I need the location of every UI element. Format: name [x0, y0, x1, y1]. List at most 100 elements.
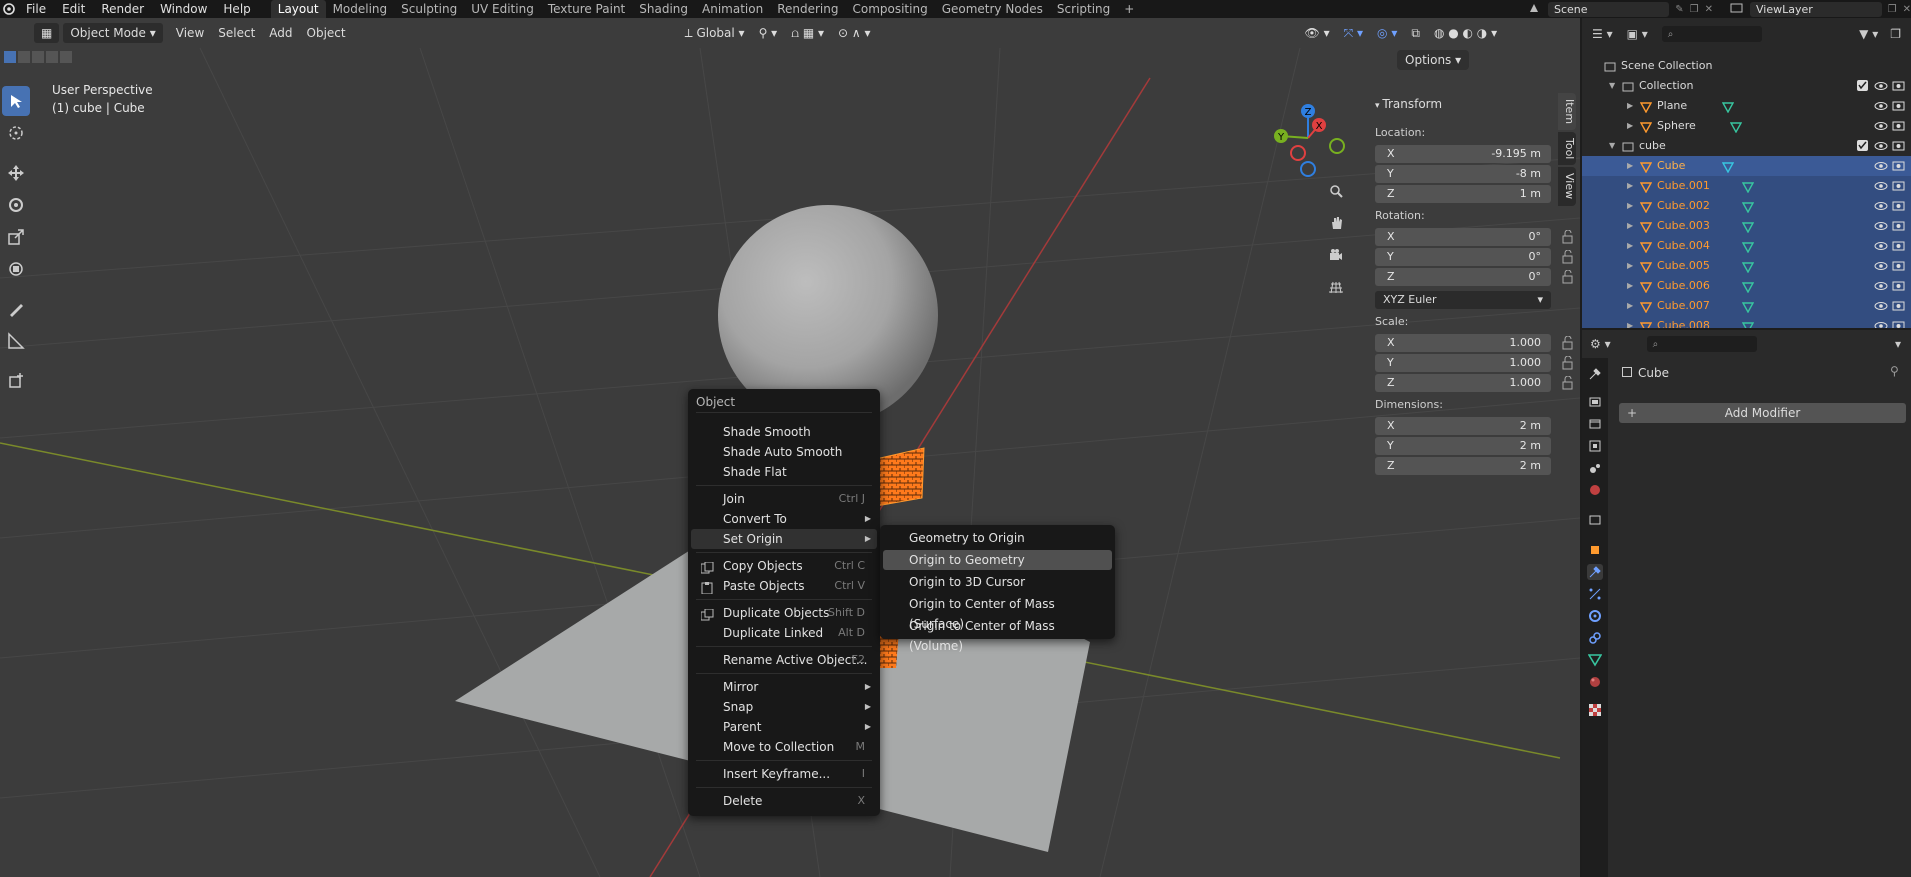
menu-view[interactable]: View — [169, 23, 211, 43]
rename-active-object-item[interactable]: Rename Active Object... F2 — [691, 650, 877, 670]
expand-arrow-icon[interactable]: ▶ — [1627, 116, 1633, 136]
camera-icon[interactable] — [1892, 79, 1906, 93]
scale-y-field[interactable]: Y 1.000 — [1375, 354, 1551, 372]
add-cube-tool[interactable] — [2, 366, 30, 396]
eye-icon[interactable] — [1874, 299, 1888, 313]
menu-file[interactable]: File — [18, 0, 54, 18]
tree-row-cube-005[interactable]: ▶ Cube.005 — [1582, 256, 1911, 276]
tree-row-cube-001[interactable]: ▶ Cube.001 — [1582, 176, 1911, 196]
lock-icon[interactable] — [1561, 269, 1575, 284]
tab-tool[interactable]: Tool — [1558, 132, 1576, 166]
parent-item[interactable]: Parent ▶ — [691, 717, 877, 737]
paste-objects-item[interactable]: Paste Objects Ctrl V — [691, 576, 877, 596]
filter-icon[interactable]: ▼ ▾ — [1859, 27, 1878, 41]
tab-animation[interactable]: Animation — [695, 0, 770, 18]
overlay-toggle-icon[interactable]: ◎ ▾ — [1370, 23, 1404, 43]
tree-row-sphere[interactable]: ▶ Sphere — [1582, 116, 1911, 136]
shade-flat-item[interactable]: Shade Flat — [691, 462, 877, 482]
tab-view[interactable]: View — [1558, 167, 1576, 206]
add-modifier-button[interactable]: + Add Modifier — [1619, 403, 1906, 423]
snap-toggle[interactable]: ⩍ ▦ ▾ — [784, 23, 831, 43]
tab-shading[interactable]: Shading — [632, 0, 695, 18]
eye-icon[interactable] — [1874, 139, 1888, 153]
dimension-y-field[interactable]: Y2 m — [1375, 437, 1551, 455]
expand-arrow-icon[interactable]: ▶ — [1627, 216, 1633, 236]
camera-icon[interactable] — [1892, 179, 1906, 193]
rotation-x-field[interactable]: X 0° — [1375, 228, 1551, 246]
rotation-y-field[interactable]: Y 0° — [1375, 248, 1551, 266]
rotate-tool[interactable] — [2, 190, 30, 220]
menu-render[interactable]: Render — [93, 0, 152, 18]
eye-icon[interactable] — [1874, 119, 1888, 133]
menu-object[interactable]: Object — [300, 23, 353, 43]
lock-icon[interactable] — [1561, 375, 1575, 390]
rotation-mode-dropdown[interactable]: XYZ Euler ▾ — [1375, 291, 1551, 309]
grid-view-icon[interactable] — [1323, 274, 1349, 300]
tab-item[interactable]: Item — [1558, 93, 1576, 131]
properties-search-field[interactable]: ⌕ — [1646, 336, 1757, 352]
duplicate-linked-item[interactable]: Duplicate Linked Alt D — [691, 623, 877, 643]
menu-add[interactable]: Add — [262, 23, 299, 43]
select-mode-buttons[interactable] — [4, 51, 72, 63]
snap-item[interactable]: Snap ▶ — [691, 697, 877, 717]
lock-icon[interactable] — [1561, 335, 1575, 350]
scale-z-field[interactable]: Z 1.000 — [1375, 374, 1551, 392]
tree-row-cube-007[interactable]: ▶ Cube.007 — [1582, 296, 1911, 316]
expand-arrow-icon[interactable]: ▶ — [1627, 276, 1633, 296]
convert-to-item[interactable]: Convert To ▶ — [691, 509, 877, 529]
rotation-z-field[interactable]: Z 0° — [1375, 268, 1551, 286]
expand-arrow-icon[interactable]: ▶ — [1627, 176, 1633, 196]
tree-row-cube-collection[interactable]: ▼ cube — [1582, 136, 1911, 156]
copy-icon[interactable]: ❐ — [1690, 4, 1699, 15]
tree-row-cube[interactable]: ▶ Cube — [1582, 156, 1911, 176]
eye-icon[interactable] — [1874, 319, 1888, 328]
select-box-tool[interactable] — [2, 86, 30, 116]
editor-type-icon[interactable]: ⚙ ▾ — [1590, 337, 1611, 351]
select-intersect-icon[interactable] — [60, 51, 72, 63]
constraint-properties-icon[interactable] — [1587, 630, 1603, 646]
tree-row-cube-008[interactable]: ▶ Cube.008 — [1582, 316, 1911, 328]
texture-properties-icon[interactable] — [1587, 702, 1603, 718]
view-layer-selector[interactable]: ViewLayer ❐ ✕ — [1730, 1, 1911, 17]
expand-arrow-icon[interactable]: ▼ — [1609, 136, 1615, 156]
eye-icon[interactable] — [1874, 199, 1888, 213]
tab-texture-paint[interactable]: Texture Paint — [541, 0, 632, 18]
geometry-to-origin-item[interactable]: Geometry to Origin — [883, 528, 1112, 548]
camera-icon[interactable] — [1892, 279, 1906, 293]
eye-icon[interactable] — [1874, 99, 1888, 113]
tab-scripting[interactable]: Scripting — [1050, 0, 1117, 18]
eye-icon[interactable] — [1874, 159, 1888, 173]
tree-row-cube-006[interactable]: ▶ Cube.006 — [1582, 276, 1911, 296]
location-x-field[interactable]: X -9.195 m — [1375, 145, 1551, 163]
scale-x-field[interactable]: X 1.000 — [1375, 334, 1551, 352]
expand-arrow-icon[interactable]: ▼ — [1609, 76, 1615, 96]
scene-name-field[interactable]: Scene — [1548, 1, 1670, 17]
location-z-field[interactable]: Z1 m — [1375, 185, 1551, 203]
delete-item[interactable]: Delete X — [691, 791, 877, 811]
select-new-icon[interactable] — [4, 51, 16, 63]
origin-to-geometry-item[interactable]: Origin to Geometry — [883, 550, 1112, 570]
navigation-gizmo[interactable]: Z X Y — [1268, 98, 1348, 178]
checkbox-icon[interactable] — [1856, 79, 1870, 93]
eye-icon[interactable] — [1874, 219, 1888, 233]
xray-toggle-icon[interactable]: ⧉ — [1404, 23, 1427, 43]
transform-panel-header[interactable]: ▾ Transform — [1375, 97, 1442, 111]
camera-icon[interactable] — [1892, 99, 1906, 113]
pan-hand-icon[interactable] — [1323, 210, 1349, 236]
expand-arrow-icon[interactable]: ▶ — [1627, 96, 1633, 116]
tree-row-collection[interactable]: ▼ Collection — [1582, 76, 1911, 96]
measure-tool[interactable] — [2, 326, 30, 356]
options-dropdown[interactable]: Options ▾ — [1397, 50, 1470, 70]
menu-edit[interactable]: Edit — [54, 0, 93, 18]
pin-icon[interactable]: ✎ — [1675, 4, 1683, 15]
duplicate-objects-item[interactable]: Duplicate Objects Shift D — [691, 603, 877, 623]
modifier-properties-icon[interactable] — [1587, 564, 1603, 580]
close-icon[interactable]: ✕ — [1705, 4, 1713, 15]
menu-select[interactable]: Select — [211, 23, 262, 43]
expand-arrow-icon[interactable]: ▶ — [1627, 256, 1633, 276]
camera-icon[interactable] — [1892, 199, 1906, 213]
tab-modeling[interactable]: Modeling — [326, 0, 395, 18]
origin-to-center-of-mass-surface-item[interactable]: Origin to Center of Mass (Surface) — [883, 594, 1112, 631]
tree-row-cube-003[interactable]: ▶ Cube.003 — [1582, 216, 1911, 236]
expand-arrow-icon[interactable]: ▶ — [1627, 196, 1633, 216]
